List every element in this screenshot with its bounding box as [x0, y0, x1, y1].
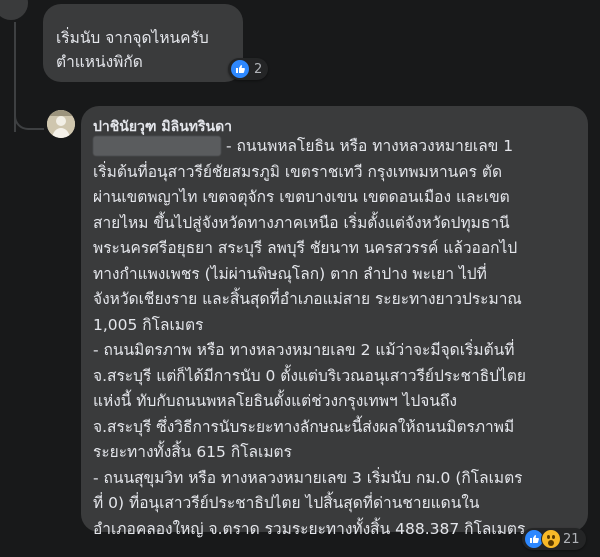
reaction-count: 21 — [563, 531, 580, 547]
avatar[interactable] — [47, 110, 75, 138]
like-icon — [230, 59, 250, 79]
reply-bubble: ปาชินัยวุฑ มิลินทรินดา - ถนนพหลโยธิน หรื… — [81, 106, 588, 538]
reaction-summary[interactable]: 2 — [228, 58, 269, 80]
wow-icon — [541, 529, 561, 549]
comment-bubble: เริ่มนับ จากจุดไหนครับ ตำแหน่งพิกัด — [43, 4, 243, 82]
reaction-summary[interactable]: 21 — [522, 528, 586, 550]
comment-text: - ถนนพหลโยธิน หรือ ทางหลวงหมายเลข 1 เริ่… — [93, 137, 526, 538]
avatar[interactable] — [0, 0, 28, 20]
comment-text: เริ่มนับ จากจุดไหนครับ ตำแหน่งพิกัด — [56, 29, 209, 71]
thread-connector — [14, 100, 44, 130]
reaction-count: 2 — [254, 61, 263, 77]
